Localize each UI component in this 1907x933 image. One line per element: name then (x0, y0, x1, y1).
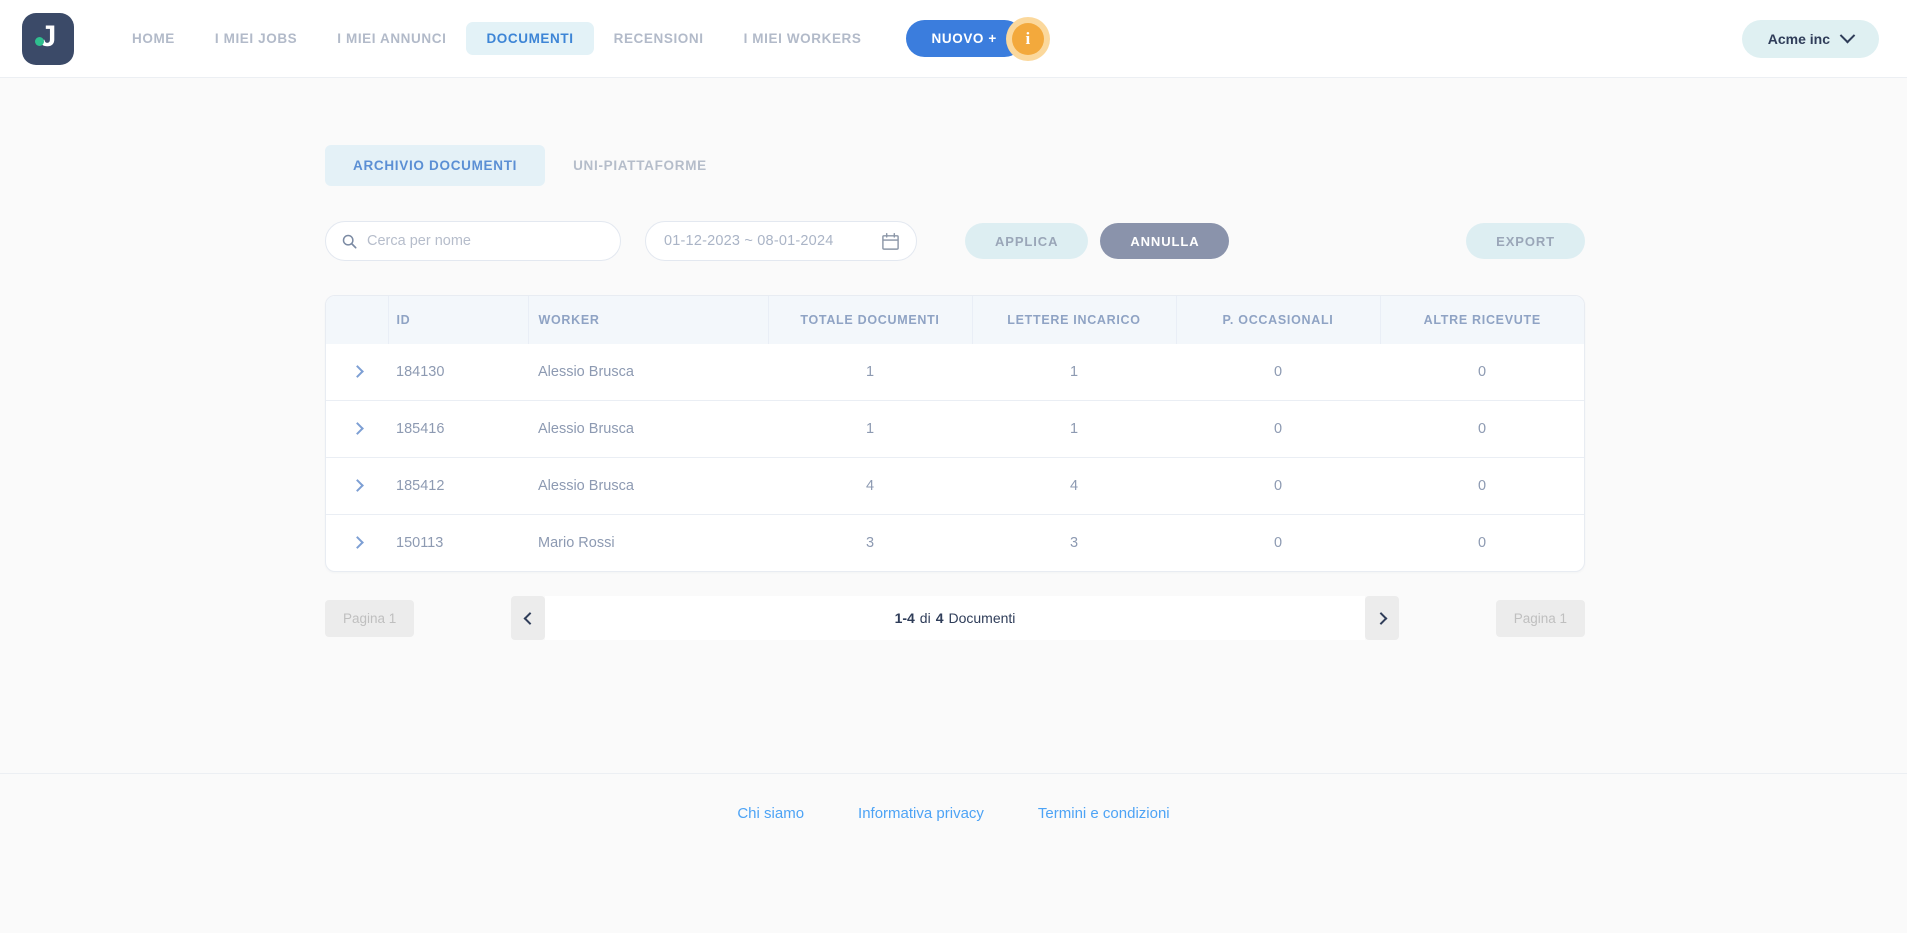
cell-altre-ricevute: 0 (1380, 457, 1584, 515)
chevron-right-icon (350, 365, 364, 378)
search-icon (342, 234, 357, 249)
pagination-range: 1-4 (894, 610, 915, 626)
footer-link-chi-siamo[interactable]: Chi siamo (737, 805, 804, 822)
table-row[interactable]: 185412 Alessio Brusca 4 4 0 0 (326, 457, 1584, 515)
footer-link-termini-e-condizioni[interactable]: Termini e condizioni (1038, 805, 1170, 822)
table-header-lettere-incarico: LETTERE INCARICO (972, 296, 1177, 344)
top-header: J HOME I MIEI JOBS I MIEI ANNUNCI DOCUME… (0, 0, 1907, 78)
pagination-di-label: di (919, 610, 931, 626)
cell-totale-documenti: 1 (768, 344, 972, 401)
nav-item-i-miei-workers[interactable]: I MIEI WORKERS (724, 22, 882, 55)
cell-altre-ricevute: 0 (1380, 344, 1584, 401)
cancel-button[interactable]: ANNULLA (1100, 223, 1230, 259)
calendar-icon[interactable] (881, 232, 900, 251)
nav-item-home[interactable]: HOME (112, 22, 195, 55)
cell-worker: Mario Rossi (538, 535, 615, 551)
search-box[interactable] (325, 221, 621, 261)
cell-lettere-incarico: 4 (972, 457, 1176, 515)
chevron-right-icon (350, 422, 364, 435)
pagination-total: 4 (935, 610, 944, 626)
cell-totale-documenti: 3 (865, 535, 875, 551)
logo-dot-icon (35, 36, 44, 46)
nav-item-i-miei-jobs[interactable]: I MIEI JOBS (195, 22, 317, 55)
app-logo[interactable]: J (22, 12, 74, 65)
cell-p-occasionali: 0 (1273, 535, 1283, 551)
main-area: ARCHIVIO DOCUMENTI UNI-PIATTAFORME 01-12… (0, 78, 1907, 853)
cell-totale-documenti: 1 (768, 400, 972, 458)
cell-totale-documenti: 4 (768, 457, 972, 515)
table-header-altre-ricevute: ALTRE RICEVUTE (1380, 296, 1584, 344)
nav-item-documenti[interactable]: DOCUMENTI (466, 22, 594, 55)
chevron-right-icon (350, 536, 364, 549)
org-selector[interactable]: Acme inc (1741, 19, 1879, 58)
tab-uni-piattaforme[interactable]: UNI-PIATTAFORME (545, 145, 735, 186)
cell-id: 185412 (388, 457, 528, 515)
new-action-group: NUOVO + i (905, 16, 1050, 61)
table-row[interactable]: 150113 Mario Rossi 3 3 0 0 (326, 515, 1584, 572)
table-head: ID WORKER TOTALE DOCUMENTI LETTERE INCAR… (326, 296, 1584, 344)
cell-altre-ricevute: 0 (1380, 400, 1584, 458)
cell-worker: Alessio Brusca (528, 457, 768, 515)
row-expand-button[interactable] (326, 400, 388, 458)
export-button[interactable]: EXPORT (1466, 223, 1585, 259)
info-icon: i (1011, 22, 1044, 55)
cell-lettere-incarico: 3 (1069, 535, 1079, 551)
next-page-button[interactable] (1365, 596, 1399, 640)
tab-archivio-documenti[interactable]: ARCHIVIO DOCUMENTI (325, 145, 546, 186)
org-name-label: Acme inc (1767, 30, 1830, 47)
footer: Chi siamo Informativa privacy Termini e … (0, 773, 1907, 853)
pagination-unit-label: Documenti (948, 610, 1016, 626)
table-header-p-occasionali: P. OCCASIONALI (1176, 296, 1381, 344)
cell-worker: Alessio Brusca (528, 400, 768, 458)
table-header-expand (326, 296, 389, 344)
cell-p-occasionali: 0 (1176, 400, 1380, 458)
prev-page-button[interactable] (511, 596, 545, 640)
pagination-summary: 1-4 di 4 Documenti (545, 596, 1365, 640)
row-expand-button[interactable] (326, 515, 388, 572)
section-tabs: ARCHIVIO DOCUMENTI UNI-PIATTAFORME (325, 78, 1585, 186)
date-range-picker[interactable]: 01-12-2023 ~ 08-01-2024 (645, 221, 917, 261)
apply-button[interactable]: APPLICA (965, 223, 1089, 259)
filter-actions: APPLICA ANNULLA (965, 223, 1230, 259)
cell-id: 184130 (388, 344, 528, 401)
table-header-id: ID (388, 296, 529, 344)
cell-p-occasionali: 0 (1176, 457, 1380, 515)
content-wrapper: ARCHIVIO DOCUMENTI UNI-PIATTAFORME 01-12… (325, 78, 1585, 640)
row-expand-button[interactable] (326, 344, 388, 401)
cell-worker: Alessio Brusca (528, 344, 768, 401)
chevron-down-icon (1839, 27, 1856, 44)
table-header-row: ID WORKER TOTALE DOCUMENTI LETTERE INCAR… (326, 296, 1584, 344)
cell-lettere-incarico: 1 (972, 344, 1176, 401)
cell-p-occasionali: 0 (1176, 344, 1380, 401)
documents-table: ID WORKER TOTALE DOCUMENTI LETTERE INCAR… (326, 296, 1584, 571)
table-body: 184130 Alessio Brusca 1 1 0 0 185416 Ale… (326, 344, 1584, 571)
pagination: Pagina 1 1-4 di 4 Documenti Pagina 1 (325, 596, 1585, 640)
table-header-totale-documenti: TOTALE DOCUMENTI (768, 296, 973, 344)
cell-altre-ricevute: 0 (1477, 535, 1487, 551)
nav-item-i-miei-annunci[interactable]: I MIEI ANNUNCI (317, 22, 466, 55)
page-label-left: Pagina 1 (325, 599, 415, 637)
documents-table-card: ID WORKER TOTALE DOCUMENTI LETTERE INCAR… (325, 295, 1585, 572)
row-expand-button[interactable] (326, 457, 388, 515)
table-header-worker: WORKER (528, 296, 769, 344)
cell-id: 150113 (396, 535, 444, 551)
chevron-right-icon (1374, 611, 1387, 625)
pagination-controls: 1-4 di 4 Documenti (511, 596, 1399, 640)
filter-toolbar: 01-12-2023 ~ 08-01-2024 APPLICA ANNULLA … (325, 221, 1585, 261)
date-range-value: 01-12-2023 ~ 08-01-2024 (664, 233, 834, 249)
chevron-right-icon (350, 479, 364, 492)
main-nav: HOME I MIEI JOBS I MIEI ANNUNCI DOCUMENT… (112, 22, 882, 55)
cell-id: 185416 (388, 400, 528, 458)
nav-item-recensioni[interactable]: RECENSIONI (594, 22, 724, 55)
search-input[interactable] (367, 233, 604, 249)
page-label-right: Pagina 1 (1495, 599, 1585, 637)
table-row[interactable]: 185416 Alessio Brusca 1 1 0 0 (326, 400, 1584, 458)
cell-lettere-incarico: 1 (972, 400, 1176, 458)
info-badge[interactable]: i (1005, 16, 1050, 61)
footer-link-informativa-privacy[interactable]: Informativa privacy (858, 805, 984, 822)
chevron-left-icon (523, 611, 536, 625)
table-row[interactable]: 184130 Alessio Brusca 1 1 0 0 (326, 344, 1584, 401)
